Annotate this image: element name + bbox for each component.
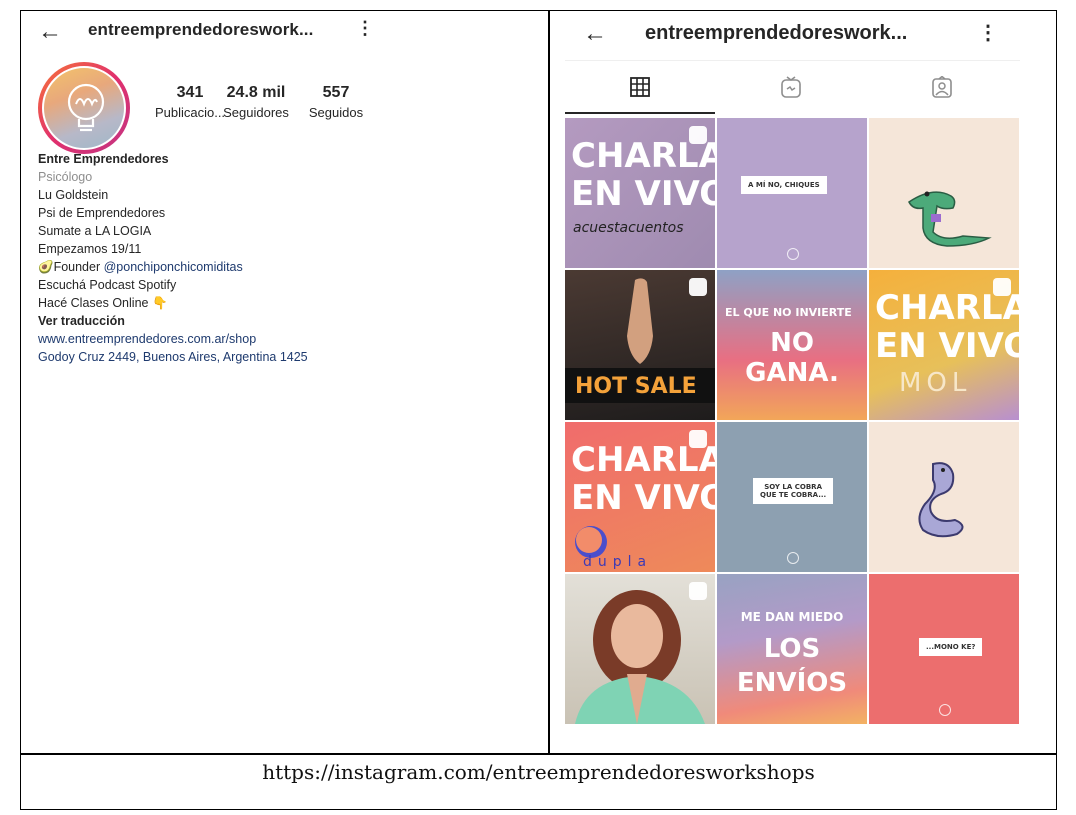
caption-divider: [20, 753, 1057, 755]
bio-name: Entre Emprendedores: [38, 152, 169, 166]
igtv-icon[interactable]: [781, 76, 801, 98]
post-subtitle: acuestacuentos: [573, 220, 684, 236]
praying-hands-icon: [627, 278, 653, 364]
stat-following[interactable]: 557 Seguidos: [302, 84, 370, 120]
post-tile[interactable]: [565, 574, 715, 724]
profile-username: entreemprendedoreswork...: [88, 20, 314, 39]
cobra-icon: [918, 462, 964, 538]
stat-followers-number: 24.8 mil: [226, 84, 286, 101]
post-tile[interactable]: [869, 118, 1019, 268]
reel-icon: [689, 430, 707, 448]
post-tile[interactable]: ME DAN MIEDO LOS ENVÍOS: [717, 574, 867, 724]
post-tile[interactable]: CHARLA EN VIVO acuestacuentos: [565, 118, 715, 268]
post-title: EN VIVO: [571, 174, 715, 214]
post-caption-card: ...MONO KE?: [919, 638, 983, 656]
bio-line: Psi de Emprendedores: [38, 206, 166, 220]
post-title: HOT SALE: [565, 368, 715, 403]
post-tile[interactable]: [869, 422, 1019, 572]
post-caption-line: QUE TE COBRA...: [760, 491, 827, 499]
more-options-icon[interactable]: ⋮: [356, 18, 374, 39]
profile-username: entreemprendedoreswork...: [645, 22, 908, 44]
left-header: ←: [38, 18, 62, 46]
post-tile[interactable]: HOT SALE: [565, 270, 715, 420]
stat-followers[interactable]: 24.8 mil Seguidores: [218, 84, 294, 120]
founder-mention-link[interactable]: @ponchiponchicomiditas: [104, 260, 243, 274]
post-title: LOS: [763, 634, 821, 664]
bio-podcast: Escuchá Podcast Spotify: [38, 278, 177, 292]
active-tab-indicator: [565, 112, 715, 114]
post-title: EN VIVO: [571, 478, 715, 518]
post-title: ENVÍOS: [736, 668, 848, 698]
post-caption-line: SOY LA COBRA: [764, 483, 822, 491]
post-tile[interactable]: ...MONO KE?: [869, 574, 1019, 724]
post-tile[interactable]: EL QUE NO INVIERTE NO GANA.: [717, 270, 867, 420]
avatar[interactable]: [38, 62, 130, 154]
post-title: ME DAN MIEDO: [740, 610, 844, 624]
reel-icon: [689, 126, 707, 144]
bio-founder-prefix: 🥑Founder: [38, 260, 104, 274]
bio-line: Lu Goldstein: [38, 188, 109, 202]
post-title: NO: [770, 328, 814, 358]
post-title: EN VIVO: [875, 326, 1019, 366]
crocodile-icon: [908, 191, 992, 247]
bio-line: Sumate a LA LOGIA: [38, 224, 152, 238]
post-subtitle: dupla: [583, 554, 653, 570]
post-title: GANA.: [745, 358, 839, 388]
panel-divider: [548, 10, 550, 754]
post-title: EL QUE NO INVIERTE: [725, 306, 852, 319]
bio-founder: 🥑Founder @ponchiponchicomiditas: [38, 258, 308, 276]
post-tile[interactable]: CHARLA EN VIVO dupla: [565, 422, 715, 572]
brand-logo-icon: [787, 248, 799, 260]
lightbulb-icon: [67, 83, 105, 132]
post-tile[interactable]: A MÍ NO, CHIQUES: [717, 118, 867, 268]
translate-link[interactable]: Ver traducción: [38, 312, 308, 330]
post-tile[interactable]: CHARLA EN VIVO MOL: [869, 270, 1019, 420]
website-link[interactable]: www.entreemprendedores.com.ar/shop: [38, 330, 308, 348]
back-arrow-icon[interactable]: ←: [583, 20, 607, 48]
posts-grid: CHARLA EN VIVO acuestacuentos A MÍ NO, C…: [565, 118, 1020, 724]
stat-following-number: 557: [322, 84, 350, 101]
brand-logo-icon: [939, 704, 951, 716]
bio-classes: Hacé Clases Online 👇: [38, 296, 168, 310]
reel-icon: [993, 278, 1011, 296]
address-link[interactable]: Godoy Cruz 2449, Buenos Aires, Argentina…: [38, 348, 308, 366]
tabs-separator: [565, 60, 1020, 61]
tagged-icon[interactable]: [932, 76, 952, 98]
back-arrow-icon[interactable]: ←: [38, 20, 62, 44]
bio-category: Psicólogo: [38, 170, 93, 184]
post-tile[interactable]: SOY LA COBRA QUE TE COBRA...: [717, 422, 867, 572]
post-subtitle: MOL: [899, 368, 972, 398]
reel-icon: [689, 278, 707, 296]
source-url-caption: https://instagram.com/entreemprendedores…: [262, 760, 815, 784]
profile-bio: Entre Emprendedores Psicólogo Lu Goldste…: [38, 150, 308, 366]
bio-line: Empezamos 19/11: [38, 242, 142, 256]
post-caption-card: A MÍ NO, CHIQUES: [741, 176, 827, 194]
woman-photo: [575, 590, 705, 724]
grid-icon[interactable]: [630, 76, 650, 98]
reel-icon: [689, 582, 707, 600]
stat-following-label: Seguidos: [308, 105, 364, 120]
post-caption-card: SOY LA COBRA QUE TE COBRA...: [753, 478, 834, 504]
more-options-icon[interactable]: ⋮: [978, 20, 998, 45]
stat-followers-label: Seguidores: [223, 105, 289, 120]
brand-logo-icon: [787, 552, 799, 564]
